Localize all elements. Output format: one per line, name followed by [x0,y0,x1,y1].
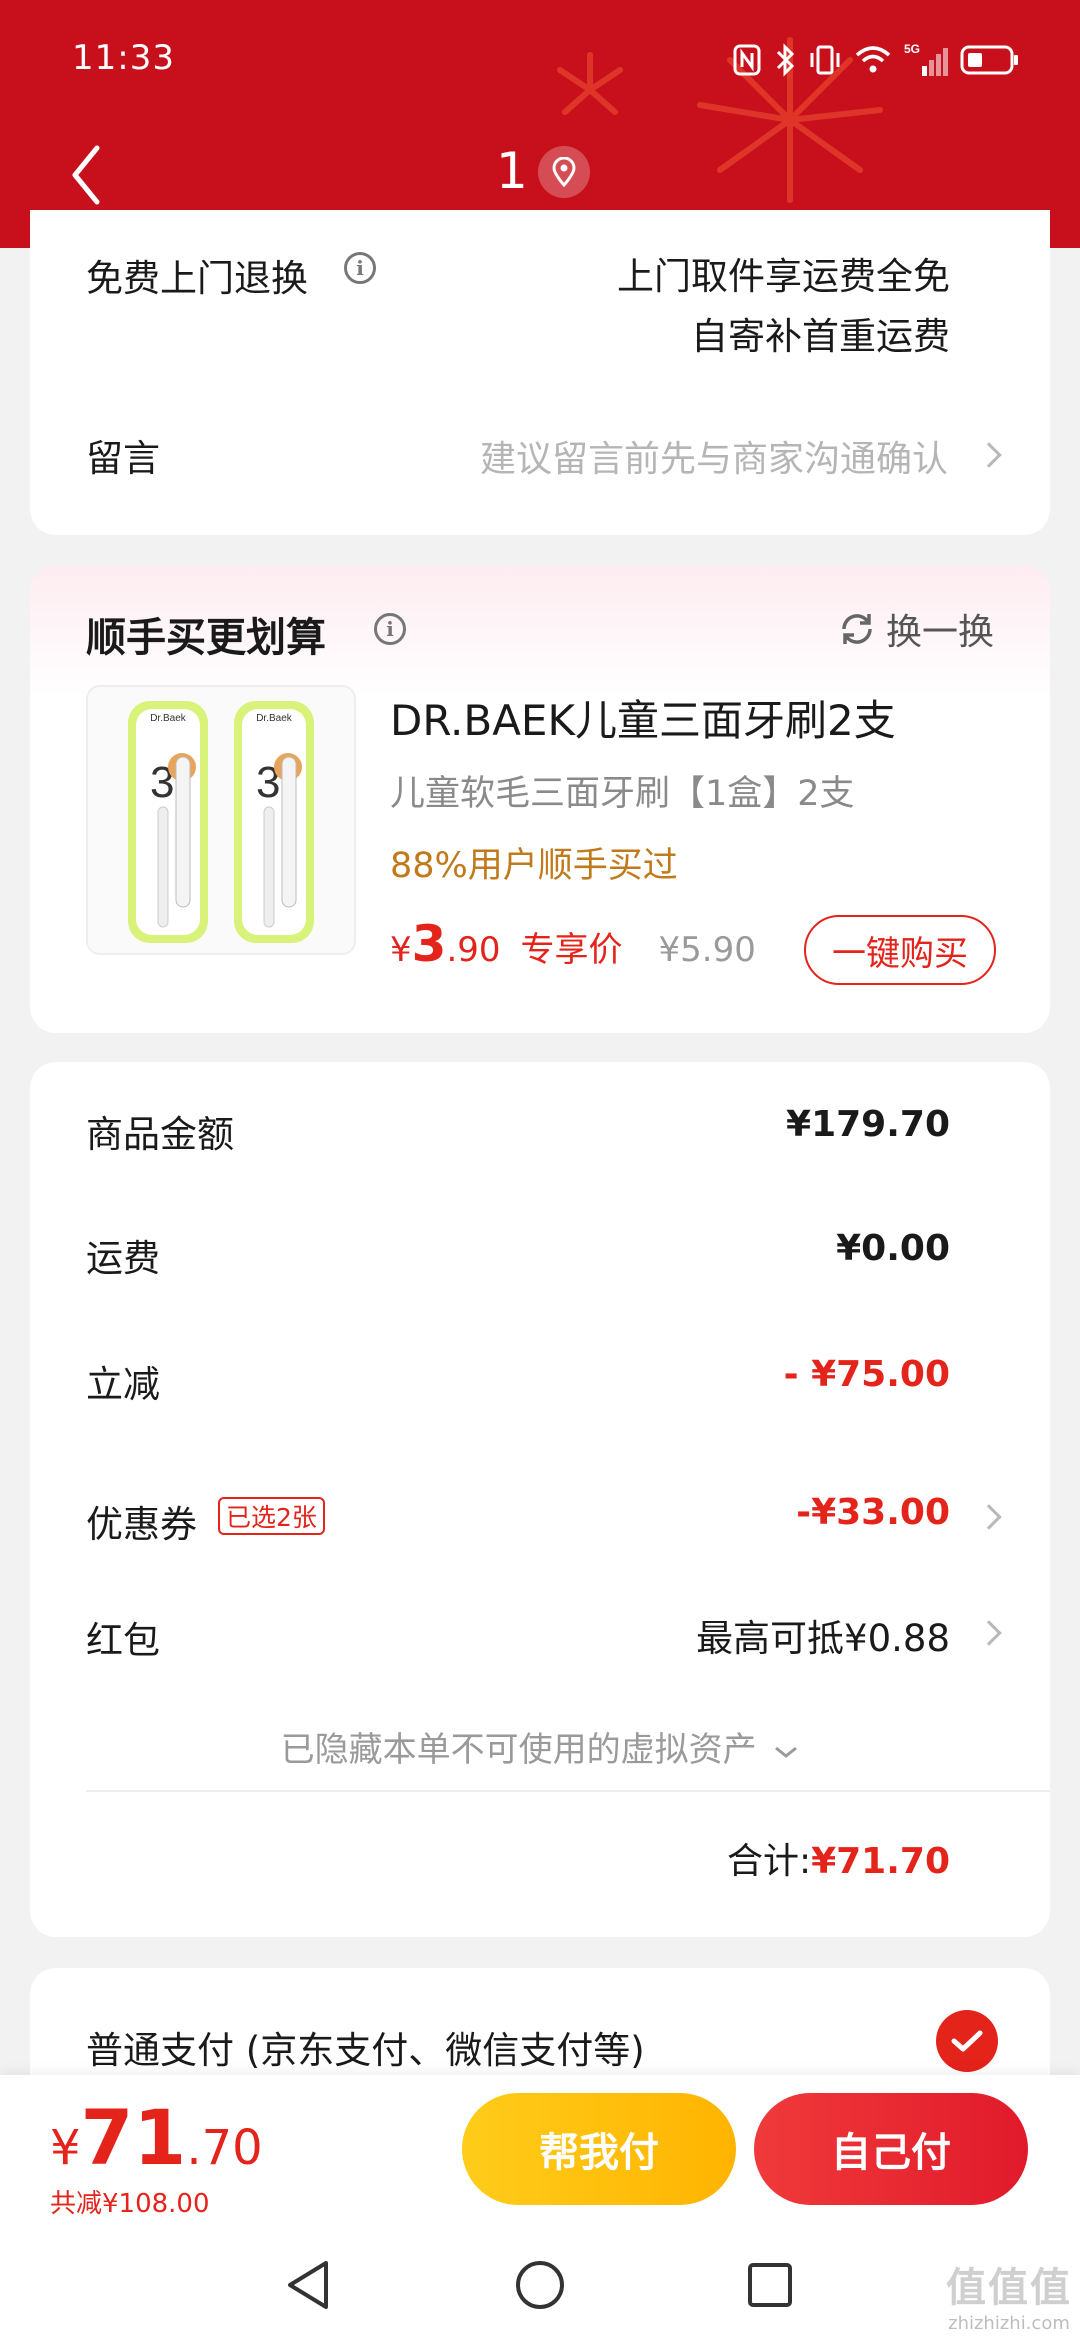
product-name[interactable]: DR.BAEK儿童三面牙刷2支 [390,687,896,748]
nfc-icon [733,44,761,76]
watermark-url: zhizhizhi.com [948,2313,1070,2334]
red-packet-value[interactable]: 最高可抵¥0.88 [696,1608,950,1662]
system-nav-bar [0,2225,1080,2340]
check-icon[interactable] [936,2010,998,2072]
product-popularity: 88%用户顺手买过 [390,846,678,886]
info-icon[interactable]: i [374,613,406,645]
exclusive-price-label: 专享价 [520,930,623,970]
addon-title: 顺手买更划算 [86,615,326,661]
watermark: 值值值 zhizhizhi.com [946,2255,1072,2334]
product-price: ¥ 3 .90 专享价 ¥5.90 [390,915,756,973]
square-recents-icon [748,2263,792,2307]
clock: 11:33 [72,38,175,78]
nav-back-button[interactable] [278,2255,338,2315]
subtotal: 合计: ¥71.70 [727,1832,950,1884]
chevron-right-icon[interactable] [976,1620,1002,1646]
status-icons: 5G [732,38,1020,82]
chevron-down-icon [775,1746,798,1758]
chevron-right-icon[interactable] [976,1504,1002,1530]
chevron-right-icon [976,442,1002,468]
checkout-bar: ¥ 71 .70 共减¥108.00 帮我付 自己付 [0,2075,1080,2225]
payment-method-label[interactable]: 普通支付 (京东支付、微信支付等) [86,2020,645,2074]
total-saved: 共减¥108.00 [50,2189,210,2219]
free-return-label: 免费上门退换 [86,257,308,300]
hidden-assets-toggle[interactable]: 已隐藏本单不可使用的虚拟资产 [30,1722,1050,1771]
subtotal-value: ¥71.70 [811,1841,950,1882]
status-bar: 11:33 5G [0,0,1080,120]
message-input[interactable]: 建议留言前先与商家沟通确认 [480,430,948,482]
price-decimal: .90 [446,930,501,970]
shipping-fee-label: 运费 [86,1237,160,1280]
order-summary-card: 商品金额 ¥179.70 运费 ¥0.00 立减 - ¥75.00 优惠券 已选… [30,1062,1050,1937]
battery-icon [960,45,1018,75]
coupon-selected-badge: 已选2张 [218,1497,325,1535]
instant-discount-value: - ¥75.00 [783,1354,950,1395]
shipping-fee-value: ¥0.00 [836,1228,950,1269]
red-packet-label: 红包 [86,1619,160,1662]
subtotal-label: 合计: [726,1841,812,1882]
coupon-label: 优惠券 [86,1503,197,1546]
divider [86,1790,1050,1792]
return-desc-line2: 自寄补首重运费 [691,315,950,358]
product-subtitle: 儿童软毛三面牙刷【1盒】2支 [390,774,855,814]
package-brand-text: Dr.Baek [256,713,293,724]
nav-recents-button[interactable] [740,2255,800,2315]
coupon-value[interactable]: -¥33.00 [796,1492,950,1533]
return-desc-line1: 上门取件享运费全免 [617,255,950,298]
price-integer: 3 [411,915,447,973]
shipping-card: 免费上门退换 i 上门取件享运费全免 自寄补首重运费 留言 建议留言前先与商家沟… [30,210,1050,535]
total-currency: ¥ [50,2120,81,2176]
refresh-icon [842,614,872,644]
instant-discount-label: 立减 [86,1363,160,1406]
goods-amount-label: 商品金额 [86,1113,234,1156]
wifi-icon [855,46,891,73]
message-label: 留言 [86,437,160,480]
package-brand-text: Dr.Baek [150,713,187,724]
swap-button[interactable]: 换一换 [838,603,994,655]
help-me-pay-button[interactable]: 帮我付 [462,2093,736,2205]
hidden-assets-text: 已隐藏本单不可使用的虚拟资产 [280,1730,757,1770]
total-integer: 71 [80,2093,187,2182]
chevron-left-icon [72,145,100,205]
watermark-logo: 值值值 [946,2265,1072,2311]
nav-home-button[interactable] [510,2255,570,2315]
location-pin-icon[interactable] [538,146,590,198]
pay-myself-button[interactable]: 自己付 [754,2093,1028,2205]
total-decimal: .70 [186,2120,263,2176]
page-title: 1 [496,142,528,200]
svg-text:5G: 5G [904,42,920,56]
original-price: ¥5.90 [658,930,756,970]
bluetooth-icon [776,43,795,77]
triangle-back-icon [288,2261,328,2309]
nav-row: 1 [0,130,1080,220]
swap-label: 换一换 [885,612,994,653]
signal-icon: 5G [904,42,948,76]
price-currency: ¥ [390,930,412,970]
circle-home-icon [516,2261,564,2309]
info-icon[interactable]: i [344,252,376,284]
vibrate-icon [810,45,840,75]
goods-amount-value: ¥179.70 [786,1104,950,1145]
back-button[interactable] [56,140,116,210]
product-image[interactable]: Dr.Baek 3 Dr.Baek 3 [86,685,356,955]
one-click-buy-button[interactable]: 一键购买 [804,915,996,985]
total-price: ¥ 71 .70 [50,2093,263,2182]
addon-card: 顺手买更划算 i 换一换 Dr.Baek 3 Dr.Baek 3 DR.BAEK… [30,565,1050,1033]
